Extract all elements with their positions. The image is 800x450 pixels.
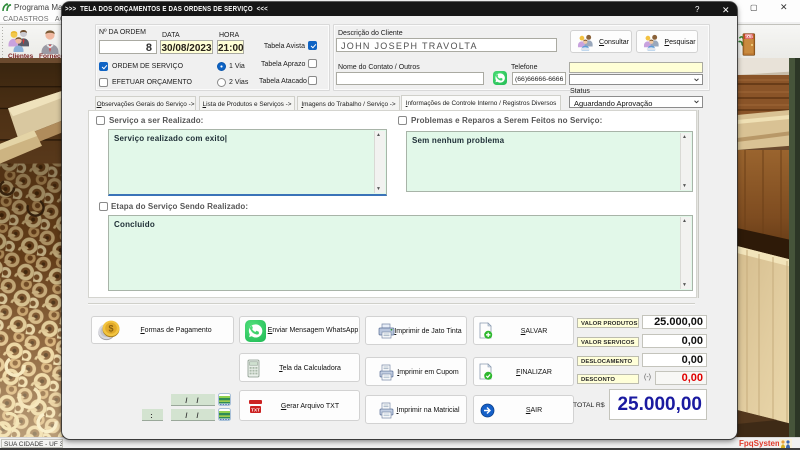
- svg-text:$: $: [108, 323, 113, 333]
- svg-text:EXIT: EXIT: [745, 35, 752, 39]
- svg-text:TXT: TXT: [251, 408, 260, 413]
